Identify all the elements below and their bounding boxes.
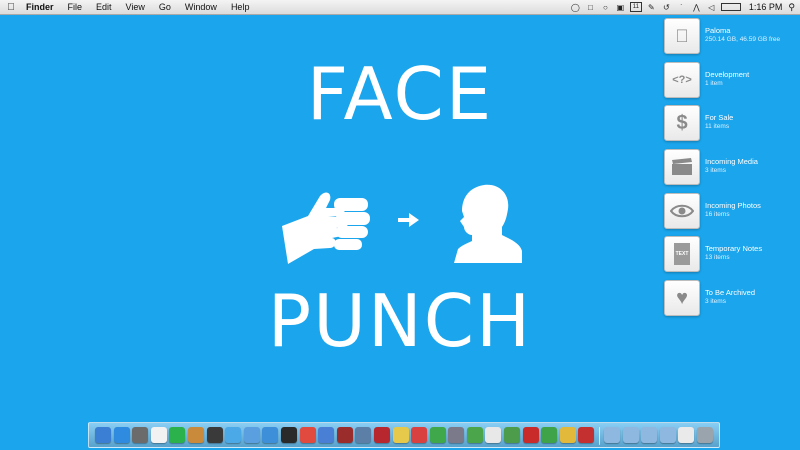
desktop-item-info: 3 items [705,167,726,174]
desktop-item-name: To Be Archived [705,288,756,297]
applications-folder-icon[interactable] [604,427,621,443]
notes-icon[interactable] [411,427,428,443]
desktop-item-incoming-media[interactable]: Incoming Media 3 items [664,149,800,191]
photos-icon[interactable] [132,427,149,443]
construction-icon[interactable] [559,427,576,443]
acrobat-icon[interactable] [373,427,390,443]
package-icon[interactable] [187,427,204,443]
dock-separator [598,427,600,445]
desktop-item-name: For Sale [705,113,734,122]
time-machine-icon[interactable]: ↺ [661,3,672,12]
desktop-item-paloma[interactable]:  Paloma 250.14 GB, 46.59 GB free [664,18,800,60]
safari-icon[interactable] [113,427,130,443]
folder-icon[interactable] [659,427,676,443]
desktop-item-info: 250.14 GB, 46.59 GB free [705,36,781,43]
finder-icon[interactable] [95,427,111,443]
menu-go[interactable]: Go [152,2,178,12]
desktop-item-info: 3 items [705,298,726,305]
textedit-stack-icon[interactable] [678,427,695,443]
apple-logo-icon[interactable]:  [0,2,22,13]
text-folder-icon: TEXT [664,236,700,272]
itunes-icon[interactable] [318,427,335,443]
desktop-item-info: 16 items [705,211,730,218]
bluetooth-icon[interactable]: ֿ [676,3,687,12]
desktop-item-incoming-photos[interactable]: Incoming Photos 16 items [664,193,800,235]
desktop-item-name: Paloma [705,26,731,35]
desktop-item-for-sale[interactable]: $ For Sale 11 items [664,105,800,147]
mail-icon[interactable] [243,427,260,443]
terminal-icon[interactable] [280,427,297,443]
desktop-item-to-be-archived[interactable]: ♥ To Be Archived 3 items [664,280,800,322]
display-icon[interactable]: ▣ [615,3,626,12]
battery-icon[interactable] [720,3,741,11]
desktop-item-info: 1 item [705,80,723,87]
textedit-icon[interactable] [485,427,502,443]
volume-icon[interactable]: ◁ [706,3,717,12]
dollar-folder-icon: $ [664,105,700,141]
preview-icon[interactable] [355,427,372,443]
stickies-icon[interactable] [392,427,409,443]
desktop-item-name: Temporary Notes [705,244,763,253]
clapperboard-folder-icon [664,149,700,185]
menu-window[interactable]: Window [178,2,224,12]
wallpaper-title-punch: PUNCH [267,279,533,363]
heart-folder-icon: ♥ [664,280,700,316]
downloads-folder-icon[interactable] [641,427,658,443]
eye-folder-icon [664,193,700,229]
menu-bar:  Finder File Edit View Go Window Help ◯… [0,0,800,15]
desktop-item-development[interactable]: <?> Development 1 item [664,62,800,104]
stack-icon[interactable] [541,427,558,443]
menu-help[interactable]: Help [224,2,257,12]
desktop-item-name: Incoming Media [705,157,758,166]
text-doc-glyph: TEXT [674,243,690,265]
desktop-item-info: 13 items [705,254,730,261]
clock[interactable]: 1:16 PM [749,2,783,12]
dropbox-icon[interactable]: ◯ [570,3,581,12]
fist-icon [282,192,370,264]
evernote-icon[interactable]: ○ [600,3,611,12]
trash-icon[interactable] [697,427,713,443]
head-icon [454,184,522,263]
preferences-icon[interactable] [448,427,465,443]
status-area: ◯ □ ○ ▣ 11 ✎ ↺ ֿ ⋀ ◁ 1:16 PM ⚲ [568,0,800,14]
notes-icon[interactable]: ✎ [646,3,657,12]
documents-folder-icon[interactable] [622,427,639,443]
menu-finder[interactable]: Finder [22,2,61,12]
desktop-item-name: Incoming Photos [705,201,761,210]
arrow-icon [398,213,419,227]
photobooth-icon[interactable] [578,427,595,443]
chrome-icon[interactable] [299,427,316,443]
apple-drive-icon:  [664,18,700,54]
photo-booth-icon[interactable] [336,427,353,443]
desktop-item-name: Development [705,70,750,79]
code-folder-icon: <?> [664,62,700,98]
spotlight-icon[interactable]: ⚲ [788,2,795,13]
books-icon[interactable] [522,427,539,443]
leaf-icon[interactable] [429,427,446,443]
wifi-icon[interactable]: ⋀ [691,3,702,12]
desktop-item-temporary-notes[interactable]: TEXT Temporary Notes 13 items [664,236,800,278]
wallpaper-title-face: FACE [306,52,494,136]
menu-edit[interactable]: Edit [89,2,119,12]
twitter-icon[interactable] [225,427,242,443]
menu-file[interactable]: File [61,2,90,12]
gmail-icon[interactable]: □ [585,3,596,12]
video-icon[interactable] [262,427,279,443]
menu-view[interactable]: View [119,2,152,12]
calendar-icon[interactable] [150,427,167,443]
desktop-item-info: 11 items [705,123,730,130]
numbers-icon[interactable] [466,427,483,443]
dock [88,422,720,448]
facetime-icon[interactable] [206,427,223,443]
calendar-icon[interactable]: 11 [629,2,642,12]
maps-icon[interactable] [504,427,521,443]
downloads-icon[interactable] [169,427,186,443]
